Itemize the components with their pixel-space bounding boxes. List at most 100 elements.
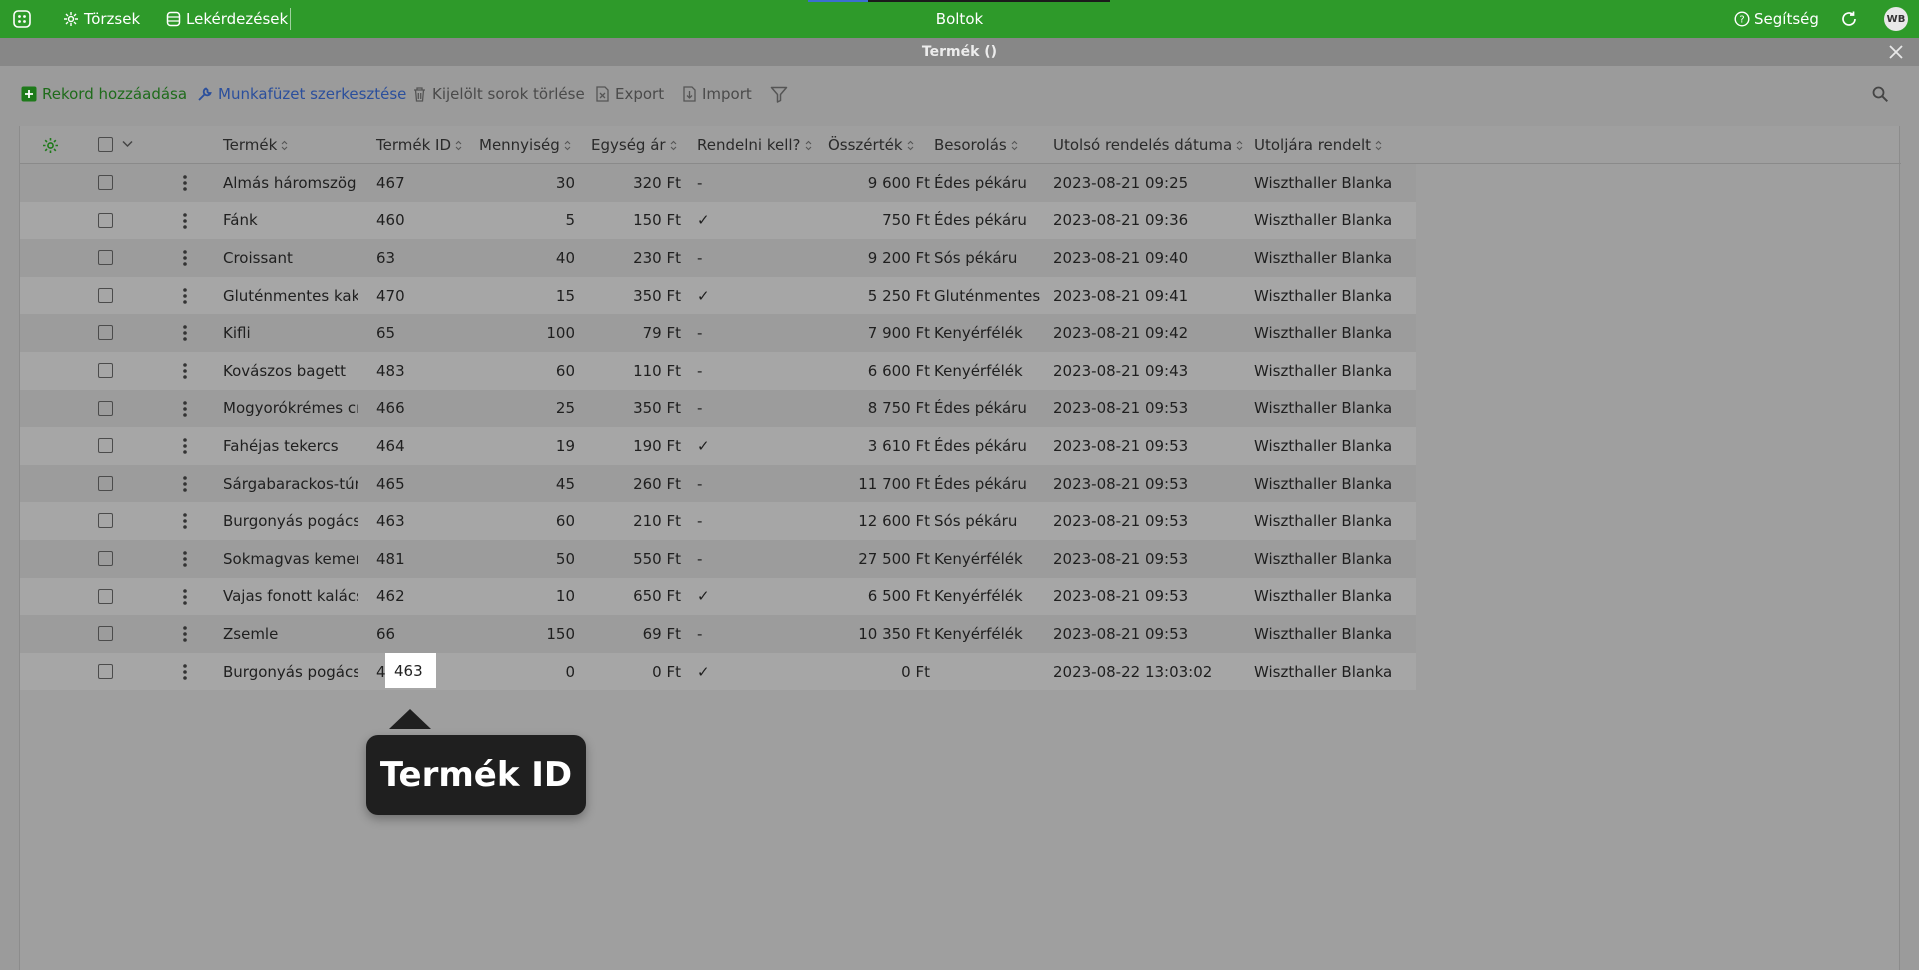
- cell-rendelni-kell[interactable]: -: [697, 164, 827, 202]
- cell-rendelni-kell[interactable]: -: [697, 502, 827, 540]
- cell-mennyiseg[interactable]: 15: [479, 277, 575, 315]
- row-checkbox[interactable]: [98, 626, 113, 642]
- cell-egyseg-ar[interactable]: 350 Ft: [591, 390, 681, 428]
- cell-utolso-rendeles[interactable]: 2023-08-21 09:25: [1053, 164, 1248, 202]
- row-checkbox[interactable]: [98, 663, 113, 679]
- cell-rendelni-kell[interactable]: -: [697, 314, 827, 352]
- cell-mennyiseg[interactable]: 25: [479, 390, 575, 428]
- cell-termek-id[interactable]: 463: [376, 502, 456, 540]
- cell-utolso-rendeles[interactable]: 2023-08-21 09:53: [1053, 578, 1248, 616]
- cell-rendelni-kell[interactable]: -: [697, 390, 827, 428]
- cell-utolso-rendeles[interactable]: 2023-08-21 09:53: [1053, 465, 1248, 503]
- kebab-menu-icon[interactable]: [182, 588, 188, 606]
- select-all-checkbox[interactable]: [98, 137, 113, 152]
- table-row[interactable]: Fánk 460 5 150 Ft ✓ 750 Ft Édes pékáru 2023-08-…: [20, 201, 1416, 240]
- row-checkbox[interactable]: [98, 588, 113, 604]
- cell-osszertek[interactable]: 27 500 Ft: [821, 540, 930, 578]
- cell-besorolas[interactable]: Édes pékáru: [934, 465, 1054, 503]
- cell-termek[interactable]: Kovászos bagett: [223, 352, 358, 390]
- table-row[interactable]: Kovászos bagett 483 60 110 Ft -6 600 Ft Kenyé…: [20, 352, 1416, 390]
- cell-termek-id[interactable]: 464: [376, 427, 456, 465]
- nav-torzsek[interactable]: Törzsek: [63, 0, 140, 38]
- kebab-menu-icon[interactable]: [182, 625, 188, 643]
- cell-mennyiseg[interactable]: 30: [479, 164, 575, 202]
- cell-termek-id[interactable]: 483: [376, 352, 456, 390]
- row-checkbox[interactable]: [98, 325, 113, 341]
- cell-osszertek[interactable]: 3 610 Ft: [821, 427, 930, 465]
- close-icon[interactable]: [1885, 41, 1907, 63]
- cell-egyseg-ar[interactable]: 260 Ft: [591, 465, 681, 503]
- row-checkbox[interactable]: [98, 363, 113, 378]
- cell-mennyiseg[interactable]: 19: [479, 427, 575, 465]
- cell-besorolas[interactable]: [934, 653, 1054, 691]
- cell-termek-id[interactable]: 470: [376, 277, 456, 315]
- cell-rendelni-kell[interactable]: ✓: [697, 578, 827, 616]
- cell-mennyiseg[interactable]: 10: [479, 578, 575, 616]
- cell-termek-id[interactable]: 466: [376, 390, 456, 428]
- table-row[interactable]: Burgonyás pogácsa46300 Ft✓0 Ft2023-08-22…: [20, 652, 1416, 691]
- cell-mennyiseg[interactable]: 100: [479, 314, 575, 352]
- cell-egyseg-ar[interactable]: 190 Ft: [591, 427, 681, 465]
- cell-utoljara-rendelt[interactable]: Wiszthaller Blanka: [1254, 164, 1394, 202]
- row-checkbox[interactable]: [98, 212, 113, 228]
- import-button[interactable]: Import: [682, 82, 752, 106]
- row-checkbox[interactable]: [98, 287, 113, 303]
- cell-rendelni-kell[interactable]: ✓: [697, 427, 827, 465]
- filter-button[interactable]: [770, 82, 788, 106]
- cell-utolso-rendeles[interactable]: 2023-08-21 09:53: [1053, 502, 1248, 540]
- table-row[interactable]: Burgonyás pogácsa 463 60 210 Ft -12 600 Ft Só…: [20, 502, 1416, 540]
- cell-osszertek[interactable]: 11 700 Ft: [821, 465, 930, 503]
- table-row[interactable]: Mogyorókrémes cro 466 25 350 Ft -8 750 Ft Éde…: [20, 389, 1416, 428]
- cell-osszertek[interactable]: 12 600 Ft: [821, 502, 930, 540]
- header-col-besorolas[interactable]: Besorolás: [934, 126, 1018, 164]
- cell-utoljara-rendelt[interactable]: Wiszthaller Blanka: [1254, 578, 1394, 616]
- cell-besorolas[interactable]: Gluténmentes: [934, 277, 1054, 315]
- cell-mennyiseg[interactable]: 60: [479, 502, 575, 540]
- cell-utolso-rendeles[interactable]: 2023-08-21 09:53: [1053, 390, 1248, 428]
- cell-osszertek[interactable]: 750 Ft: [821, 202, 930, 240]
- cell-termek-id[interactable]: 465: [376, 465, 456, 503]
- cell-mennyiseg[interactable]: 40: [479, 239, 575, 277]
- row-checkbox[interactable]: [98, 475, 113, 491]
- search-button[interactable]: [1871, 82, 1889, 106]
- cell-besorolas[interactable]: Édes pékáru: [934, 164, 1054, 202]
- cell-termek[interactable]: Vajas fonott kalács: [223, 578, 358, 616]
- cell-mennyiseg[interactable]: 5: [479, 202, 575, 240]
- kebab-menu-icon[interactable]: [182, 437, 188, 455]
- cell-utoljara-rendelt[interactable]: Wiszthaller Blanka: [1254, 465, 1394, 503]
- edit-workbook-button[interactable]: Munkafüzet szerkesztése: [196, 82, 406, 106]
- cell-termek-id[interactable]: 462: [376, 578, 456, 616]
- cell-mennyiseg[interactable]: 150: [479, 615, 575, 653]
- highlighted-cell[interactable]: 463: [385, 653, 436, 688]
- header-col-termek-id[interactable]: Termék ID: [376, 126, 462, 164]
- table-row[interactable]: Sárgabarackos-túró 465 45 260 Ft -11 700 Ft É…: [20, 464, 1416, 503]
- table-row[interactable]: Zsemle 66 150 69 Ft -10 350 Ft Kenyérfélék 202…: [20, 615, 1416, 653]
- cell-utoljara-rendelt[interactable]: Wiszthaller Blanka: [1254, 540, 1394, 578]
- table-row[interactable]: Fahéjas tekercs 464 19 190 Ft ✓ 3 610 Ft Édes …: [20, 427, 1416, 465]
- cell-utoljara-rendelt[interactable]: Wiszthaller Blanka: [1254, 202, 1394, 240]
- kebab-menu-icon[interactable]: [182, 362, 188, 380]
- kebab-menu-icon[interactable]: [182, 550, 188, 568]
- cell-besorolas[interactable]: Kenyérfélék: [934, 615, 1054, 653]
- cell-egyseg-ar[interactable]: 350 Ft: [591, 277, 681, 315]
- export-button[interactable]: Export: [595, 82, 664, 106]
- row-checkbox[interactable]: [98, 250, 113, 266]
- row-checkbox[interactable]: [98, 175, 113, 190]
- cell-besorolas[interactable]: Édes pékáru: [934, 202, 1054, 240]
- cell-rendelni-kell[interactable]: ✓: [697, 653, 827, 691]
- cell-osszertek[interactable]: 6 600 Ft: [821, 352, 930, 390]
- header-col-utoljara-rendelt[interactable]: Utoljára rendelt: [1254, 126, 1382, 164]
- cell-termek-id[interactable]: 467: [376, 164, 456, 202]
- header-col-egyseg-ar[interactable]: Egység ár: [591, 126, 677, 164]
- cell-egyseg-ar[interactable]: 320 Ft: [591, 164, 681, 202]
- kebab-menu-icon[interactable]: [182, 475, 188, 493]
- cell-utoljara-rendelt[interactable]: Wiszthaller Blanka: [1254, 352, 1394, 390]
- cell-utolso-rendeles[interactable]: 2023-08-21 09:41: [1053, 277, 1248, 315]
- cell-osszertek[interactable]: 9 200 Ft: [821, 239, 930, 277]
- cell-osszertek[interactable]: 6 500 Ft: [821, 578, 930, 616]
- cell-utoljara-rendelt[interactable]: Wiszthaller Blanka: [1254, 653, 1394, 691]
- apps-menu-button[interactable]: [12, 0, 32, 38]
- cell-egyseg-ar[interactable]: 150 Ft: [591, 202, 681, 240]
- kebab-menu-icon[interactable]: [182, 287, 188, 305]
- add-record-button[interactable]: Rekord hozzáadása: [21, 82, 187, 106]
